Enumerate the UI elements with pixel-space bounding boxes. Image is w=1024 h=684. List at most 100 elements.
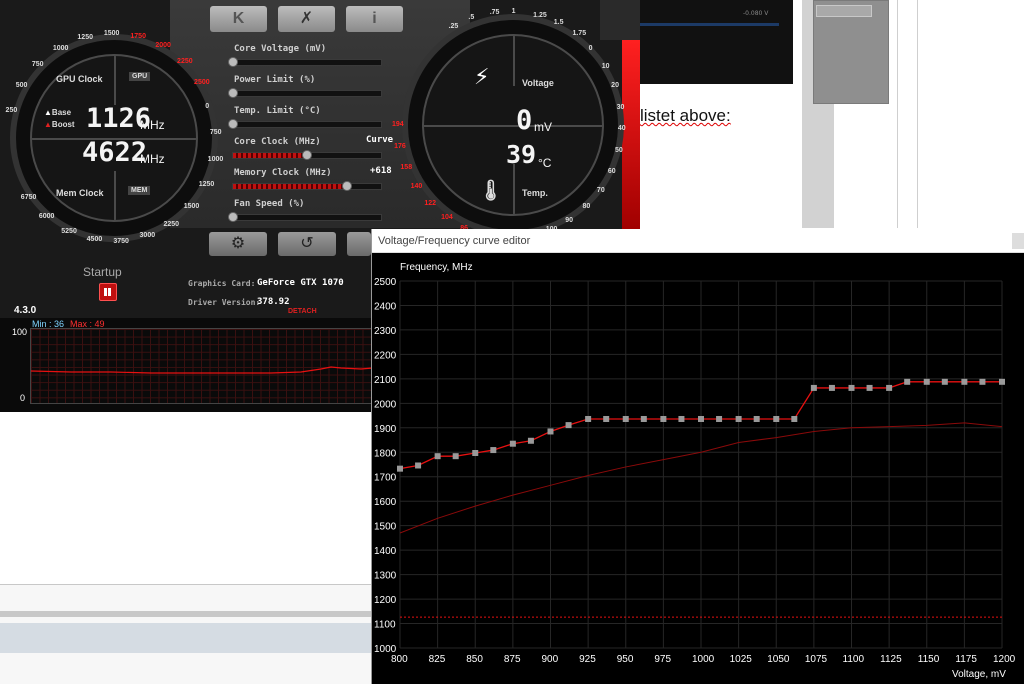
- apply-button[interactable]: [347, 232, 371, 256]
- curve-point[interactable]: [640, 415, 647, 422]
- curve-point[interactable]: [585, 415, 592, 422]
- slider-track[interactable]: [232, 181, 382, 191]
- x-tick-label: 850: [466, 654, 483, 665]
- desktop: -0.080 V listet above: K ✗ i GPU Clock G…: [0, 0, 1024, 684]
- scale-label: 90: [565, 216, 574, 224]
- gauge-divider: [424, 125, 602, 127]
- curve-point[interactable]: [547, 428, 554, 435]
- slider-track[interactable]: [228, 212, 382, 222]
- curve-editor-title[interactable]: Voltage/Frequency curve editor: [372, 229, 1024, 253]
- close-button[interactable]: [1012, 233, 1024, 249]
- mem-clock-label: Mem Clock: [56, 188, 104, 198]
- slider-knob[interactable]: [302, 150, 312, 160]
- curve-point[interactable]: [603, 415, 610, 422]
- taskbar-area: [0, 584, 372, 684]
- monitor-y-bottom: 0: [20, 393, 26, 403]
- scale-label: 176: [394, 142, 406, 150]
- curve-point[interactable]: [660, 415, 667, 422]
- gauge-face: [422, 34, 604, 216]
- scale-label: 2250: [177, 58, 193, 66]
- y-tick-label: 2100: [374, 375, 397, 386]
- slider-knob[interactable]: [228, 212, 238, 222]
- slider-knob[interactable]: [341, 181, 352, 191]
- curve-point[interactable]: [848, 384, 855, 391]
- reset-button[interactable]: ↺: [278, 232, 336, 256]
- curve-point[interactable]: [434, 453, 441, 460]
- curve-point[interactable]: [791, 415, 798, 422]
- scale-label: 6750: [20, 193, 37, 201]
- slider-track[interactable]: [228, 119, 382, 129]
- curve-point[interactable]: [452, 453, 459, 460]
- scale-label: 1.25: [533, 11, 547, 19]
- separator: [0, 611, 372, 617]
- boost-indicator: ▲Boost: [44, 120, 75, 129]
- mem-clock-unit: MHz: [140, 152, 165, 166]
- curve-point[interactable]: [509, 440, 516, 447]
- graphics-card-label: Graphics Card:: [188, 279, 256, 288]
- curve-point[interactable]: [698, 415, 704, 422]
- curve-point[interactable]: [678, 415, 685, 422]
- slider-track[interactable]: [228, 88, 382, 98]
- curve-point[interactable]: [999, 378, 1005, 385]
- x-tick-label: 1025: [730, 654, 753, 665]
- slider-label: Core Voltage (mV): [234, 44, 327, 54]
- startup-windows-toggle[interactable]: [99, 283, 117, 301]
- document-divider: [917, 0, 918, 228]
- curve-point[interactable]: [735, 415, 742, 422]
- detach-button[interactable]: DETACH: [288, 308, 317, 315]
- curve-point[interactable]: [923, 378, 930, 385]
- document-sentence: listet above:: [640, 106, 731, 125]
- lightning-icon: ⚡: [474, 64, 490, 89]
- curve-point[interactable]: [472, 450, 479, 457]
- y-tick-label: 1200: [374, 595, 397, 606]
- base-label: Base: [51, 108, 72, 117]
- scale-label: 1250: [198, 181, 215, 189]
- version-label: 4.3.0: [14, 305, 37, 316]
- curve-point[interactable]: [979, 378, 986, 385]
- settings-button[interactable]: ⚙: [209, 232, 267, 256]
- slider-track[interactable]: [232, 150, 382, 160]
- k-boost-button[interactable]: K: [210, 6, 267, 32]
- monitor-graph[interactable]: [30, 328, 373, 404]
- info-button[interactable]: i: [346, 6, 403, 32]
- curve-point[interactable]: [828, 384, 835, 391]
- readout-bar: [639, 23, 779, 26]
- x-tick-label: 1125: [880, 654, 902, 665]
- curve-point[interactable]: [961, 378, 968, 385]
- slider-value: +618: [370, 166, 392, 176]
- curve-point[interactable]: [904, 378, 911, 385]
- slider-knob[interactable]: [228, 57, 238, 67]
- curve-point[interactable]: [886, 384, 893, 391]
- slider-label: Core Clock (MHz): [234, 137, 321, 147]
- temp-label: Temp.: [522, 188, 548, 198]
- scale-label: 1500: [103, 30, 120, 38]
- gpu-clock-gauge: GPU Clock GPU ▲Base ▲Boost 1126 MHz 4622…: [6, 30, 224, 245]
- msi-logo-button[interactable]: ✗: [278, 6, 335, 32]
- curve-point[interactable]: [415, 462, 422, 469]
- curve-point[interactable]: [753, 415, 760, 422]
- curve-point[interactable]: [490, 447, 497, 454]
- y-tick-label: 1300: [374, 571, 397, 582]
- x-tick-label: 800: [391, 654, 408, 665]
- slider-track[interactable]: [228, 57, 382, 67]
- curve-point[interactable]: [622, 415, 629, 422]
- curve-point[interactable]: [716, 415, 723, 422]
- y-tick-label: 1500: [374, 522, 397, 533]
- curve-point[interactable]: [941, 378, 948, 385]
- slider-knob[interactable]: [228, 88, 238, 98]
- slider-knob[interactable]: [228, 119, 238, 129]
- curve-point[interactable]: [773, 415, 780, 422]
- x-tick-label: 1100: [843, 654, 865, 665]
- x-tick-label: 1075: [805, 654, 828, 665]
- voltage-frequency-chart[interactable]: 1000 1100 1200 1300 1400 1500 1600 1700 1800 1900…: [372, 253, 1024, 684]
- scale-label: 5250: [61, 227, 77, 235]
- boost-triangle-icon: ▲: [44, 120, 52, 129]
- scale-label: 1000: [207, 155, 224, 163]
- x-tick-label: 1200: [993, 654, 1016, 665]
- curve-point[interactable]: [397, 465, 403, 472]
- curve-point[interactable]: [810, 384, 817, 391]
- document-embedded-screenshot: -0.080 V: [635, 0, 793, 84]
- curve-point[interactable]: [866, 384, 873, 391]
- curve-point[interactable]: [565, 422, 572, 429]
- curve-point[interactable]: [527, 437, 534, 444]
